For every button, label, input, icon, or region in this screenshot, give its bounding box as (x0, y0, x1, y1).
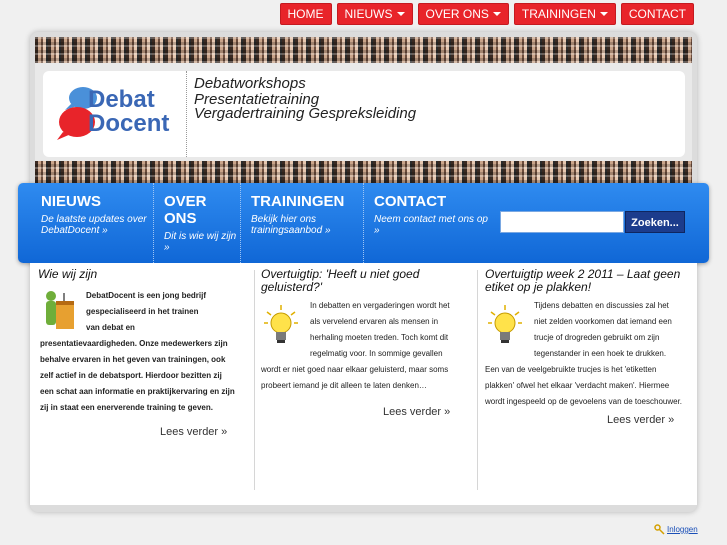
body-line: niet zelden voorkomen dat iemand een (534, 317, 672, 326)
body-line: zelf actief in de debatsport. Hierdoor b… (40, 371, 222, 380)
mainnav-title: TRAININGEN (251, 193, 345, 210)
mainnav-subtitle: Neem contact met ons op » (374, 214, 488, 236)
body-line: gespecialiseerd in het trainen (86, 307, 199, 316)
login-link-label: Inloggen (667, 525, 698, 534)
crowd-banner-top (35, 37, 692, 63)
body-line: presentatievaardigheden. Onze medewerker… (40, 339, 228, 348)
read-more-link[interactable]: Lees verder » (383, 406, 450, 418)
tagline-line: Debatworkshops (194, 75, 306, 92)
column-title: Wie wij zijn (38, 267, 98, 281)
crowd-banner-bottom (35, 161, 692, 185)
topnav-over-ons-label: OVER ONS (425, 7, 489, 21)
speaker-podium-icon (46, 291, 74, 329)
body-line: Tijdens debatten en discussies zal het (534, 301, 669, 310)
mainnav-title: CONTACT (374, 193, 447, 210)
body-line: tegenstander in een hoek te drukken. (534, 349, 667, 358)
header-divider (186, 71, 187, 157)
topnav-trainingen[interactable]: TRAININGEN (513, 3, 616, 25)
column-divider (477, 270, 478, 490)
search-button[interactable]: Zoeken... (625, 211, 685, 233)
topnav-contact-label: CONTACT (628, 7, 686, 21)
tagline-line: Vergadertraining Gespreksleiding (194, 105, 417, 122)
body-line: als vervelend ervaren als mensen in (310, 317, 439, 326)
body-line: plakken' ofwel het elkaar 'verdacht make… (485, 381, 670, 390)
mainnav-subtitle: De laatste updates over DebatDocent » (41, 214, 147, 236)
column-title[interactable]: Overtuigtip: 'Heeft u niet goed geluiste… (261, 268, 466, 294)
body-line: van debat en (86, 323, 135, 332)
topnav-nieuws-label: NIEUWS (344, 7, 393, 21)
column-body: Tijdens debatten en discussies zal het n… (534, 298, 689, 362)
logo-word-docent: Docent (88, 110, 170, 137)
mainnav-title: OVER ONS (164, 193, 207, 227)
caret-down-icon (599, 12, 608, 16)
body-line: behalve ervaren in het geven van trainin… (40, 355, 226, 364)
column-overtuigtip-2: Overtuigtip week 2 2011 – Laat geen etik… (485, 268, 685, 294)
body-line: In debatten en vergaderingen wordt het (310, 301, 450, 310)
body-line: wordt er niet goed naar elkaar geluister… (261, 365, 449, 374)
lightbulb-icon (488, 305, 522, 343)
topnav-home-label: HOME (287, 7, 324, 21)
column-body-cont: presentatievaardigheden. Onze medewerker… (40, 336, 245, 416)
column-body-cont: wordt er niet goed naar elkaar geluister… (261, 362, 471, 394)
caret-down-icon (492, 12, 501, 16)
topnav-trainingen-label: TRAININGEN (521, 7, 596, 21)
column-overtuigtip-1: Overtuigtip: 'Heeft u niet goed geluiste… (261, 268, 466, 294)
body-line: herhaling moeten treden. Toch komt dit (310, 333, 449, 342)
body-line: zij in staat een enerverende training te… (40, 403, 213, 412)
mainnav-trainingen[interactable]: TRAININGEN Bekijk hier ons trainingsaanb… (251, 183, 364, 263)
body-line: probeert iemand je dit alleen te laten d… (261, 381, 427, 390)
read-more-link[interactable]: Lees verder » (607, 414, 674, 426)
mainnav-subtitle: Bekijk hier ons trainingsaanbod » (251, 214, 331, 236)
mainnav-title: NIEUWS (41, 193, 101, 210)
body-line: een schat aan informatie en praktijkerva… (40, 387, 235, 396)
body-line: DebatDocent is een jong bedrijf (86, 291, 207, 300)
topnav-home[interactable]: HOME (279, 3, 332, 25)
mainnav-contact[interactable]: CONTACT Neem contact met ons op » (374, 183, 492, 263)
body-line: wordt ingespeeld op de gevoelens van de … (485, 397, 683, 406)
topnav-over-ons[interactable]: OVER ONS (417, 3, 509, 25)
top-nav: HOME NIEUWS OVER ONS TRAININGEN CONTACT (279, 3, 694, 25)
body-line: trucje of drogreden gebruikt om zijn (534, 333, 660, 342)
lightbulb-icon (264, 305, 298, 343)
column-body: In debatten en vergaderingen wordt het a… (310, 298, 470, 362)
body-line: Een van de veelgebruikte trucjes is het … (485, 365, 657, 374)
mainnav-over-ons[interactable]: OVER ONS Dit is wie wij zijn » (164, 183, 241, 263)
key-icon (654, 524, 665, 535)
read-more-link[interactable]: Lees verder » (160, 426, 227, 438)
column-body: DebatDocent is een jong bedrijf gespecia… (86, 288, 236, 336)
mainnav-subtitle: Dit is wie wij zijn » (164, 231, 237, 253)
column-body-cont: Een van de veelgebruikte trucjes is het … (485, 362, 690, 410)
caret-down-icon (396, 12, 405, 16)
column-wie-wij-zijn: Wie wij zijn (38, 268, 238, 281)
column-title[interactable]: Overtuigtip week 2 2011 – Laat geen etik… (485, 268, 685, 294)
body-line: regelmatig voor. In sommige gevallen (310, 349, 443, 358)
search-input[interactable] (500, 211, 624, 233)
column-divider (254, 270, 255, 490)
mainnav-nieuws[interactable]: NIEUWS De laatste updates over DebatDoce… (41, 183, 154, 263)
topnav-contact[interactable]: CONTACT (620, 3, 694, 25)
login-link[interactable]: Inloggen (654, 524, 698, 535)
topnav-nieuws[interactable]: NIEUWS (336, 3, 413, 25)
